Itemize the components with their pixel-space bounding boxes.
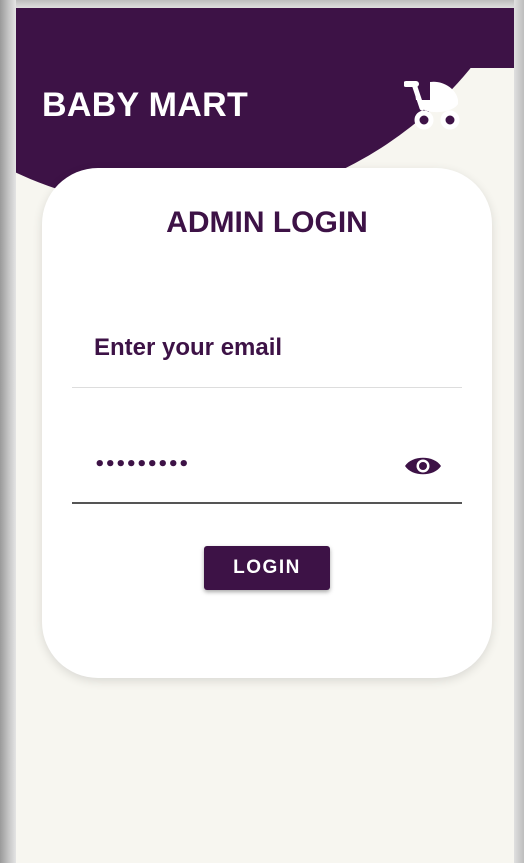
login-title: ADMIN LOGIN bbox=[166, 206, 368, 239]
login-button[interactable]: LOGIN bbox=[204, 546, 330, 590]
baby-stroller-icon[interactable] bbox=[404, 78, 462, 130]
header-background bbox=[16, 8, 514, 68]
email-field[interactable] bbox=[72, 308, 462, 388]
email-field-container bbox=[72, 308, 462, 390]
login-card: ADMIN LOGIN ••••••••• LOGIN bbox=[42, 168, 492, 678]
window-right-border bbox=[514, 0, 524, 863]
eye-icon[interactable] bbox=[404, 454, 442, 478]
window-top-border bbox=[0, 0, 524, 8]
password-masked-value: ••••••••• bbox=[94, 454, 190, 475]
app-screen: BABY MART ADMIN LOGIN ••••••••• bbox=[16, 8, 514, 863]
app-frame: BABY MART ADMIN LOGIN ••••••••• bbox=[0, 0, 524, 863]
window-left-border bbox=[0, 0, 16, 863]
brand-title: BABY MART bbox=[42, 86, 249, 124]
password-field[interactable]: ••••••••• bbox=[72, 430, 462, 504]
